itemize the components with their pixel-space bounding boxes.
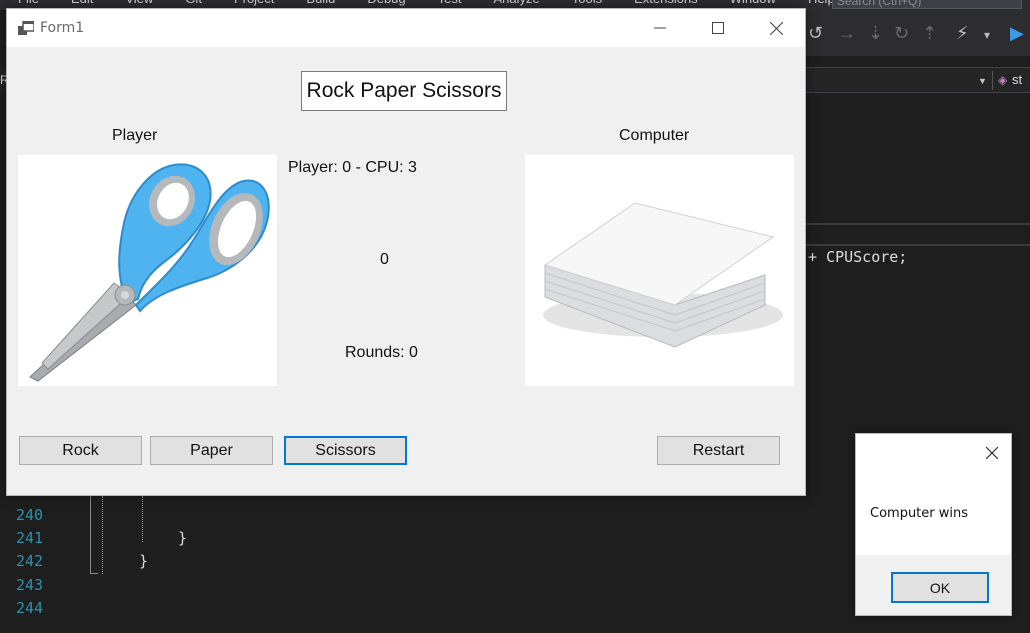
middle-value-text: 0	[380, 251, 389, 268]
close-icon	[769, 21, 783, 35]
menu-item-analyze[interactable]: Analyze	[493, 0, 539, 6]
menu-item-build[interactable]: Build	[306, 0, 335, 6]
message-dialog: Computer wins OK	[855, 433, 1012, 616]
menu-item-test[interactable]: Test	[438, 0, 462, 6]
hot-reload-icon[interactable]: ⚡	[956, 23, 969, 44]
line-number: 242	[16, 552, 44, 570]
ide-menu-list: File Edit View Git Project Build Debug Test Anal…	[18, 0, 867, 6]
minimize-icon	[654, 27, 666, 29]
ide-toolbar: ↺ → ⇣ ↻ ⇡ ⚡ ▾ ▶	[806, 10, 1030, 56]
menu-item-project[interactable]: Project	[234, 0, 274, 6]
minimize-button[interactable]	[631, 9, 689, 47]
maximize-button[interactable]	[689, 9, 747, 47]
ide-search-box[interactable]: Search (Ctrl+Q)	[832, 0, 1022, 9]
class-member-icon: ◈	[998, 73, 1008, 87]
scissors-button[interactable]: Scissors	[284, 436, 407, 465]
line-number: 244	[16, 599, 44, 617]
code-brace: }	[178, 529, 188, 547]
paper-button[interactable]: Paper	[150, 436, 273, 465]
message-dialog-body: Computer wins	[856, 434, 1011, 555]
menu-item-git[interactable]: Git	[185, 0, 202, 6]
indent-guide	[142, 496, 143, 542]
rounds-text: Rounds: 0	[345, 344, 418, 361]
dropdown-arrow-icon[interactable]: ▾	[984, 28, 990, 42]
menu-item-debug[interactable]: Debug	[367, 0, 405, 6]
menu-item-view[interactable]: View	[125, 0, 153, 6]
step-into-icon[interactable]: ⇣	[868, 23, 883, 44]
navigate-icon[interactable]: ▶	[1010, 23, 1024, 44]
redo-icon[interactable]: ↻	[894, 23, 909, 44]
form-window: Form1 Rock Paper Scissors Player Compute…	[6, 8, 806, 496]
close-button[interactable]	[747, 9, 805, 47]
line-number: 241	[16, 529, 44, 547]
form-app-icon	[18, 21, 34, 35]
code-fragment: + CPUScore;	[808, 248, 908, 266]
indent-guide	[102, 496, 103, 574]
menu-item-help[interactable]: Help	[808, 0, 835, 6]
window-title: Form1	[40, 20, 85, 36]
code-brace: }	[139, 552, 149, 570]
dialog-message: Computer wins	[870, 506, 969, 521]
close-icon	[986, 447, 998, 459]
collapse-guide[interactable]	[90, 496, 91, 574]
player-label: Player	[112, 127, 158, 144]
maximize-icon	[712, 22, 724, 34]
paper-stack-image	[543, 202, 783, 348]
player-choice-picture	[18, 155, 277, 386]
restart-button[interactable]: Restart	[657, 436, 780, 465]
menu-item-edit[interactable]: Edit	[71, 0, 93, 6]
title-bar[interactable]: Form1	[7, 9, 805, 47]
chevron-down-icon[interactable]: ▼	[978, 76, 987, 86]
step-over-icon[interactable]: →	[838, 23, 856, 44]
computer-choice-picture	[525, 155, 794, 386]
nav-separator	[992, 71, 993, 90]
collapse-guide-end	[90, 573, 98, 574]
line-number: 243	[16, 576, 44, 594]
rock-button[interactable]: Rock	[19, 436, 142, 465]
nav-member-label[interactable]: st	[1012, 72, 1022, 87]
ide-navigation-bar: ▼ ◈ st	[806, 67, 1030, 93]
score-text: Player: 0 - CPU: 3	[288, 159, 417, 176]
ok-button[interactable]: OK	[891, 572, 989, 603]
menu-item-extensions[interactable]: Extensions	[634, 0, 698, 6]
line-number: 240	[16, 506, 44, 524]
menu-item-file[interactable]: File	[18, 0, 39, 6]
scissors-image	[29, 163, 270, 382]
editor-divider	[806, 244, 1030, 246]
undo-icon[interactable]: ↺	[808, 23, 823, 44]
menu-item-window[interactable]: Window	[730, 0, 776, 6]
computer-label: Computer	[619, 127, 690, 144]
step-out-icon[interactable]: ⇡	[922, 23, 937, 44]
editor-divider	[806, 223, 1030, 225]
dialog-close-button[interactable]	[978, 442, 1006, 464]
game-heading: Rock Paper Scissors	[301, 71, 507, 111]
menu-item-tools[interactable]: Tools	[572, 0, 602, 6]
